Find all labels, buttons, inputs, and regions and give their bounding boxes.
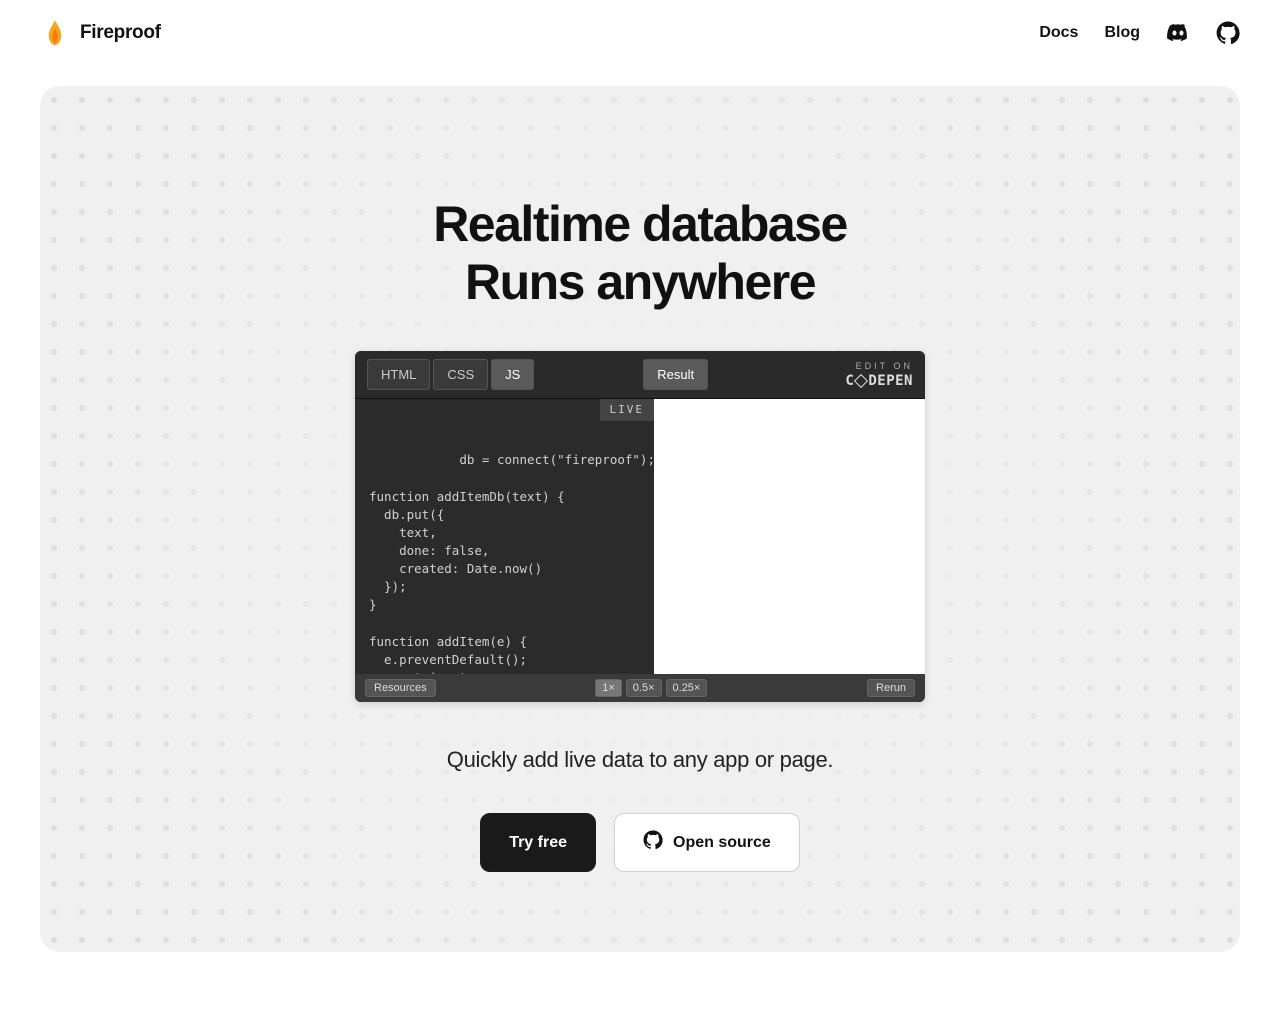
logo[interactable]: Fireproof xyxy=(40,18,161,48)
cta-row: Try free Open source xyxy=(80,813,1200,872)
codepen-edit-on: EDIT ON xyxy=(856,361,913,371)
tab-js[interactable]: JS xyxy=(491,359,534,390)
fireproof-flame-icon xyxy=(40,18,70,48)
zoom-025x[interactable]: 0.25× xyxy=(666,679,708,697)
github-icon[interactable] xyxy=(1216,21,1240,45)
hero-title: Realtime database Runs anywhere xyxy=(80,196,1200,311)
zoom-1x[interactable]: 1× xyxy=(595,679,622,697)
hero-title-line1: Realtime database xyxy=(433,196,847,252)
nav-blog[interactable]: Blog xyxy=(1104,24,1140,42)
codepen-brand-logo[interactable]: CDEPEN xyxy=(845,373,913,389)
tab-css[interactable]: CSS xyxy=(433,359,488,390)
hero-section: Realtime database Runs anywhere HTML CSS… xyxy=(40,86,1240,952)
resources-button[interactable]: Resources xyxy=(365,679,436,697)
tab-html[interactable]: HTML xyxy=(367,359,430,390)
discord-icon[interactable] xyxy=(1166,21,1190,45)
header: Fireproof Docs Blog xyxy=(40,0,1240,66)
code-panel[interactable]: LIVE db = connect("fireproof"); function… xyxy=(355,399,654,674)
try-free-button[interactable]: Try free xyxy=(480,813,596,872)
try-free-label: Try free xyxy=(509,834,567,852)
hero-title-line2: Runs anywhere xyxy=(465,254,815,310)
codepen-footer: Resources 1× 0.5× 0.25× Rerun xyxy=(355,674,925,702)
codepen-header: HTML CSS JS Result EDIT ON CDEPEN xyxy=(355,351,925,399)
zoom-05x[interactable]: 0.5× xyxy=(626,679,662,697)
open-source-label: Open source xyxy=(673,834,771,852)
main-nav: Docs Blog xyxy=(1039,21,1240,45)
code-content: db = connect("fireproof"); function addI… xyxy=(369,452,654,674)
open-source-button[interactable]: Open source xyxy=(614,813,800,872)
result-panel[interactable] xyxy=(654,399,925,674)
github-icon xyxy=(643,830,663,855)
codepen-tabs: HTML CSS JS xyxy=(367,359,537,390)
hero-tagline: Quickly add live data to any app or page… xyxy=(80,747,1200,773)
logo-text: Fireproof xyxy=(80,22,161,44)
rerun-button[interactable]: Rerun xyxy=(867,679,915,697)
live-badge: LIVE xyxy=(600,399,655,421)
nav-docs[interactable]: Docs xyxy=(1039,24,1078,42)
codepen-embed: HTML CSS JS Result EDIT ON CDEPEN LI xyxy=(355,351,925,702)
tab-result[interactable]: Result xyxy=(643,359,708,390)
